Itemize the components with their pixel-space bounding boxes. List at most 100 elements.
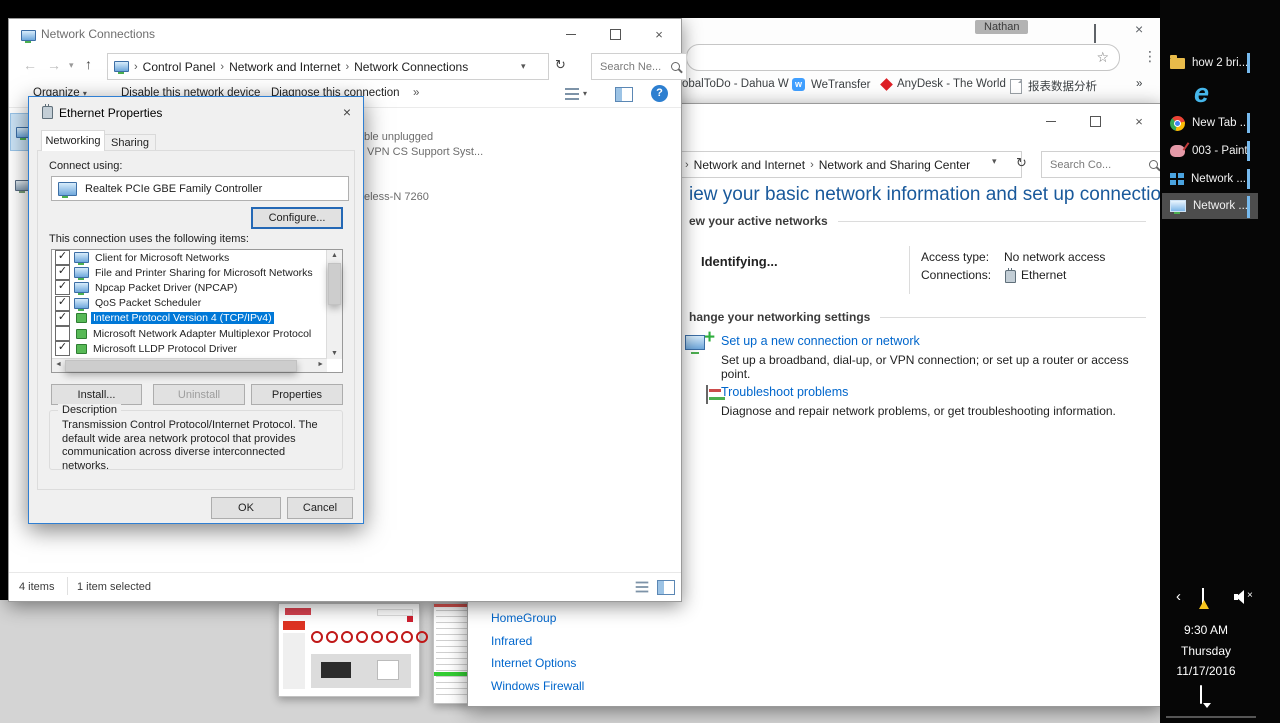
item-checkbox[interactable] xyxy=(55,296,70,311)
taskbar-item-paint[interactable]: 003 - Paint xyxy=(1162,138,1280,164)
close-button[interactable]: × xyxy=(1135,21,1143,37)
maximize-button[interactable] xyxy=(1073,104,1117,138)
search-box[interactable] xyxy=(591,53,687,80)
bookmark-item[interactable]: obalToDo - Dahua W xyxy=(682,78,789,90)
close-icon[interactable]: × xyxy=(343,104,351,120)
connection-item[interactable]: File and Printer Sharing for Microsoft N… xyxy=(52,265,342,280)
see-also-link[interactable]: Windows Firewall xyxy=(491,679,584,693)
large-icons-view-icon[interactable] xyxy=(657,580,675,595)
recent-locations-icon[interactable]: ▾ xyxy=(69,60,74,71)
view-dropdown-icon[interactable]: ▾ xyxy=(583,89,587,98)
clock-date: 11/17/2016 xyxy=(1160,661,1252,682)
toolbar-overflow-chevron[interactable]: » xyxy=(413,87,419,99)
item-icon xyxy=(76,313,87,323)
close-button[interactable]: × xyxy=(637,19,681,49)
breadcrumb-segment[interactable]: Network Connections xyxy=(354,60,468,74)
cancel-button[interactable]: Cancel xyxy=(287,497,353,519)
tab-sharing[interactable]: Sharing xyxy=(104,134,156,151)
help-icon[interactable]: ? xyxy=(651,85,668,102)
maximize-button[interactable] xyxy=(593,19,637,49)
connection-item[interactable]: QoS Packet Scheduler xyxy=(52,296,342,311)
folder-icon xyxy=(1170,58,1185,69)
breadcrumb-dropdown-icon[interactable]: ▾ xyxy=(992,156,997,167)
bookmark-item[interactable]: AnyDesk - The World xyxy=(882,78,1006,90)
connection-item[interactable]: Microsoft LLDP Protocol Driver xyxy=(52,341,342,356)
troubleshoot-desc: Diagnose and repair network problems, or… xyxy=(721,404,1116,418)
connection-items-list[interactable]: ▲ ▼ ◄ ► Client for Microsoft Networks Fi… xyxy=(51,249,343,373)
network-warning-tray-icon[interactable] xyxy=(1202,588,1204,607)
breadcrumb[interactable]: › Network and Internet › Network and Sha… xyxy=(678,151,1022,178)
item-checkbox[interactable] xyxy=(55,311,70,326)
taskbar-item-chrome[interactable]: New Tab ... xyxy=(1162,110,1280,136)
refresh-icon[interactable]: ↻ xyxy=(555,57,566,73)
browser-menu-icon[interactable]: ⋮ xyxy=(1143,48,1157,65)
tab-networking[interactable]: Networking xyxy=(41,130,105,151)
setup-connection-link[interactable]: Set up a new connection or network xyxy=(721,334,920,348)
minimize-button[interactable] xyxy=(549,19,593,49)
search-input[interactable] xyxy=(1048,158,1145,172)
taskbar-item-internet-explorer[interactable]: e xyxy=(1162,80,1280,106)
bookmark-item[interactable]: w WeTransfer xyxy=(792,78,870,91)
horizontal-scrollbar[interactable]: ◄ ► xyxy=(52,358,327,372)
up-icon[interactable]: ↑ xyxy=(85,56,92,72)
ok-button[interactable]: OK xyxy=(211,497,281,519)
install-button[interactable]: Install... xyxy=(51,384,142,405)
address-icon xyxy=(114,61,129,72)
search-box[interactable] xyxy=(1041,151,1165,178)
desktop-thumbnail-dahua-webpage[interactable] xyxy=(278,603,420,697)
refresh-icon[interactable]: ↻ xyxy=(1016,155,1027,171)
connection-item[interactable]: Microsoft Network Adapter Multiplexor Pr… xyxy=(52,326,342,341)
browser-profile-badge[interactable]: Nathan xyxy=(975,20,1028,34)
page-title: iew your basic network information and s… xyxy=(689,184,1181,206)
minimize-button[interactable] xyxy=(1029,104,1073,138)
uninstall-button[interactable]: Uninstall xyxy=(153,384,245,405)
taskbar-item-network-sharing-center[interactable]: Network ... xyxy=(1162,193,1258,219)
vertical-scrollbar[interactable]: ▲ ▼ xyxy=(326,250,342,359)
connection-item[interactable]: Npcap Packet Driver (NPCAP) xyxy=(52,280,342,295)
see-also-link[interactable]: HomeGroup xyxy=(491,611,584,625)
forward-icon[interactable]: → xyxy=(47,57,61,73)
breadcrumb[interactable]: › Control Panel › Network and Internet ›… xyxy=(107,53,549,80)
ethernet-link[interactable]: Ethernet xyxy=(1021,268,1066,282)
bookmark-item[interactable]: 报表数据分析 xyxy=(1010,78,1097,94)
configure-button[interactable]: Configure... xyxy=(251,207,343,229)
page-icon xyxy=(1010,79,1022,94)
change-view-icon[interactable] xyxy=(565,88,579,100)
connection-item[interactable]: Client for Microsoft Networks xyxy=(52,250,342,265)
properties-button[interactable]: Properties xyxy=(251,384,343,405)
item-checkbox[interactable] xyxy=(55,250,70,265)
bookmarks-overflow-chevron[interactable]: » xyxy=(1136,78,1142,90)
search-icon xyxy=(1149,160,1158,169)
bookmark-star-icon[interactable]: ☆ xyxy=(1096,49,1109,66)
taskbar-clock[interactable]: 9:30 AM Thursday 11/17/2016 xyxy=(1160,620,1252,682)
item-checkbox[interactable] xyxy=(55,280,70,295)
see-also-link[interactable]: Internet Options xyxy=(491,656,584,670)
network-name: Identifying... xyxy=(701,254,778,269)
breadcrumb-segment[interactable]: Network and Internet xyxy=(229,60,340,74)
address-bar[interactable]: ☆ xyxy=(686,44,1120,71)
search-input[interactable] xyxy=(598,60,667,74)
taskbar-item-folder[interactable]: how 2 bri... xyxy=(1162,50,1280,76)
troubleshoot-link[interactable]: Troubleshoot problems xyxy=(721,385,848,399)
tray-expand-chevron[interactable]: ‹ xyxy=(1176,588,1181,605)
back-icon[interactable]: ← xyxy=(23,57,37,73)
action-center-icon[interactable] xyxy=(1200,685,1202,704)
preview-pane-icon[interactable] xyxy=(615,87,633,102)
breadcrumb-segment[interactable]: Control Panel xyxy=(143,60,216,74)
paint-icon xyxy=(1170,145,1185,157)
item-checkbox[interactable] xyxy=(55,265,70,280)
breadcrumb-segment[interactable]: Network and Internet xyxy=(694,158,805,172)
details-view-icon[interactable] xyxy=(636,582,649,593)
description-label: Description xyxy=(58,404,121,416)
item-checkbox[interactable] xyxy=(55,341,70,356)
connection-item[interactable]: Internet Protocol Version 4 (TCP/IPv4) xyxy=(52,311,342,326)
see-also-link[interactable]: Infrared xyxy=(491,634,584,648)
breadcrumb-segment[interactable]: Network and Sharing Center xyxy=(819,158,970,172)
close-button[interactable]: × xyxy=(1117,104,1161,138)
taskbar-item-network-connections[interactable]: Network ... xyxy=(1162,166,1280,192)
breadcrumb-dropdown-icon[interactable]: ▾ xyxy=(521,61,526,72)
item-checkbox[interactable] xyxy=(55,326,70,341)
desktop-thumbnail-spreadsheet[interactable] xyxy=(433,603,471,704)
breadcrumb-separator: › xyxy=(810,159,814,171)
restore-button[interactable] xyxy=(1094,25,1096,43)
